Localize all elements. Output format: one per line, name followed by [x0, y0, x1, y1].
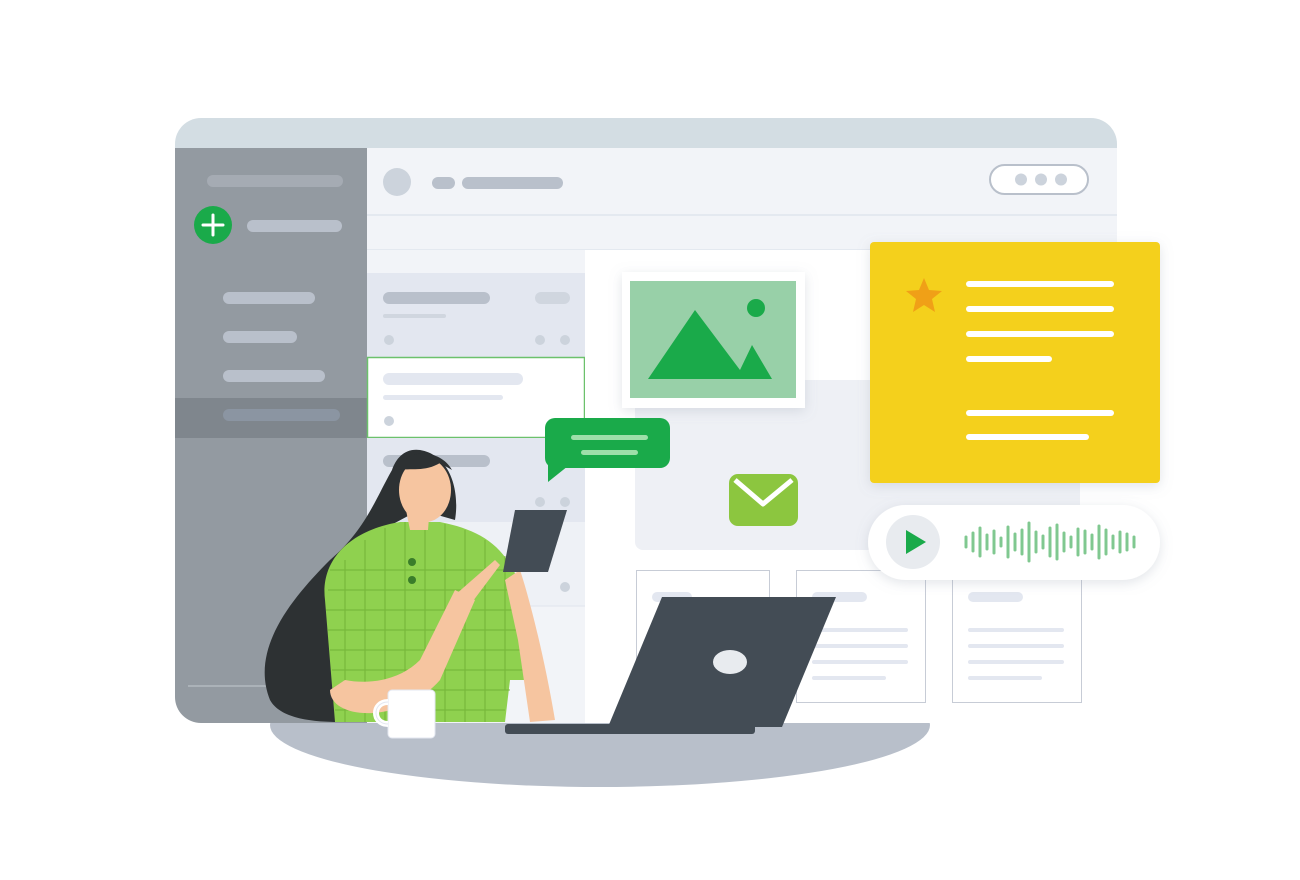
list-item[interactable]	[367, 273, 585, 357]
attachment-card[interactable]	[952, 570, 1082, 703]
sidebar-item[interactable]	[223, 370, 325, 382]
sidebar-item[interactable]	[223, 331, 297, 343]
header	[367, 148, 1117, 251]
sticky-note[interactable]	[870, 242, 1160, 483]
title-bar	[175, 118, 1117, 148]
play-button[interactable]	[886, 515, 940, 569]
image-icon	[630, 281, 796, 398]
envelope-icon[interactable]	[729, 474, 798, 526]
illustration: (function(){ const g=document.getElement…	[175, 118, 1160, 787]
audio-player	[868, 505, 1160, 580]
sidebar-item[interactable]	[223, 292, 315, 304]
more-button[interactable]	[989, 164, 1089, 195]
more-dots-icon[interactable]	[1015, 173, 1027, 186]
laptop-logo	[713, 650, 747, 674]
avatar	[383, 168, 411, 196]
